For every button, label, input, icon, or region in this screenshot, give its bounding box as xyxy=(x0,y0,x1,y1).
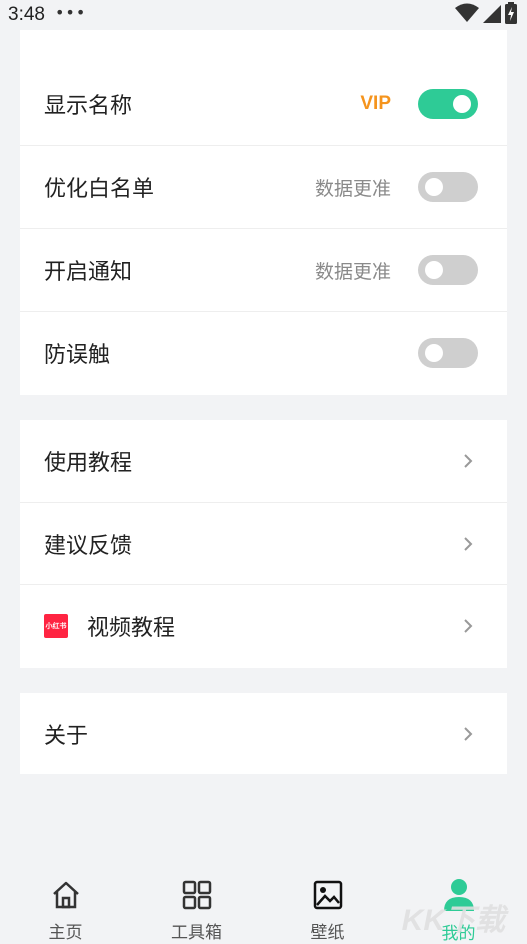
home-icon xyxy=(49,878,83,911)
setting-row: 防误触 xyxy=(20,311,507,394)
setting-row: 显示名称 VIP xyxy=(20,62,507,145)
tab-label: 壁纸 xyxy=(310,923,345,943)
toggle-switch[interactable] xyxy=(418,255,478,285)
status-bar: 3:48 ••• xyxy=(0,0,527,30)
battery-icon xyxy=(505,2,517,28)
toggle-knob xyxy=(453,94,471,113)
tab-2[interactable]: 壁纸 xyxy=(262,862,393,943)
toggle-knob xyxy=(425,261,443,279)
setting-label: 优化白名单 xyxy=(44,177,155,202)
toggle-switch[interactable] xyxy=(418,172,478,202)
status-right xyxy=(455,2,517,28)
setting-label: 显示名称 xyxy=(44,93,133,119)
chevron-right-icon xyxy=(458,451,478,471)
image-icon xyxy=(311,878,345,911)
tab-0[interactable]: 主页 xyxy=(0,862,131,943)
tab-label: 我的 xyxy=(441,924,476,944)
toggle-settings-card: 显示名称 VIP 优化白名单 数据更准 开启通知 数据更准 防误触 xyxy=(20,62,507,395)
links-card: 使用教程建议反馈小红书 视频教程 xyxy=(20,420,507,668)
tab-3[interactable]: 我的 xyxy=(393,862,524,944)
link-label: 建议反馈 xyxy=(44,533,133,559)
chevron-right-icon xyxy=(458,534,478,554)
tab-label: 工具箱 xyxy=(171,923,222,943)
chevron-right-icon xyxy=(458,616,478,636)
person-icon xyxy=(442,878,476,912)
about-card: 关于 xyxy=(20,693,507,774)
vip-badge: VIP xyxy=(360,92,391,114)
link-row[interactable]: 建议反馈 xyxy=(20,502,507,584)
setting-label: 开启通知 xyxy=(44,260,133,285)
status-time: 3:48 xyxy=(8,4,45,25)
bottom-tab-bar: 主页 工具箱 壁纸 我的 xyxy=(0,862,527,944)
wifi-icon xyxy=(455,3,479,27)
link-row[interactable]: 使用教程 xyxy=(20,420,507,502)
status-left: 3:48 ••• xyxy=(8,2,87,26)
link-label: 使用教程 xyxy=(44,451,133,476)
setting-label: 防误触 xyxy=(44,343,111,368)
about-label: 关于 xyxy=(44,724,89,749)
about-row[interactable]: 关于 xyxy=(20,693,507,775)
tab-label: 主页 xyxy=(48,923,83,943)
link-row[interactable]: 小红书 视频教程 xyxy=(20,584,507,666)
grid-icon xyxy=(180,878,214,911)
toggle-switch[interactable] xyxy=(418,88,478,119)
setting-hint: 数据更准 xyxy=(314,177,391,200)
tab-1[interactable]: 工具箱 xyxy=(131,862,262,943)
toggle-switch[interactable] xyxy=(418,338,478,368)
setting-row: 优化白名单 数据更准 xyxy=(20,145,507,228)
toggle-knob xyxy=(425,344,443,362)
chevron-right-icon xyxy=(458,724,478,744)
notification-dots: ••• xyxy=(54,2,87,22)
toggle-knob xyxy=(425,178,443,196)
setting-hint: 数据更准 xyxy=(314,260,391,283)
setting-row: 开启通知 数据更准 xyxy=(20,228,507,311)
xiaohongshu-logo-icon: 小红书 xyxy=(44,613,68,638)
link-label: 视频教程 xyxy=(87,615,176,641)
cell-signal-icon xyxy=(483,3,501,27)
previous-card-fragment xyxy=(20,30,507,62)
